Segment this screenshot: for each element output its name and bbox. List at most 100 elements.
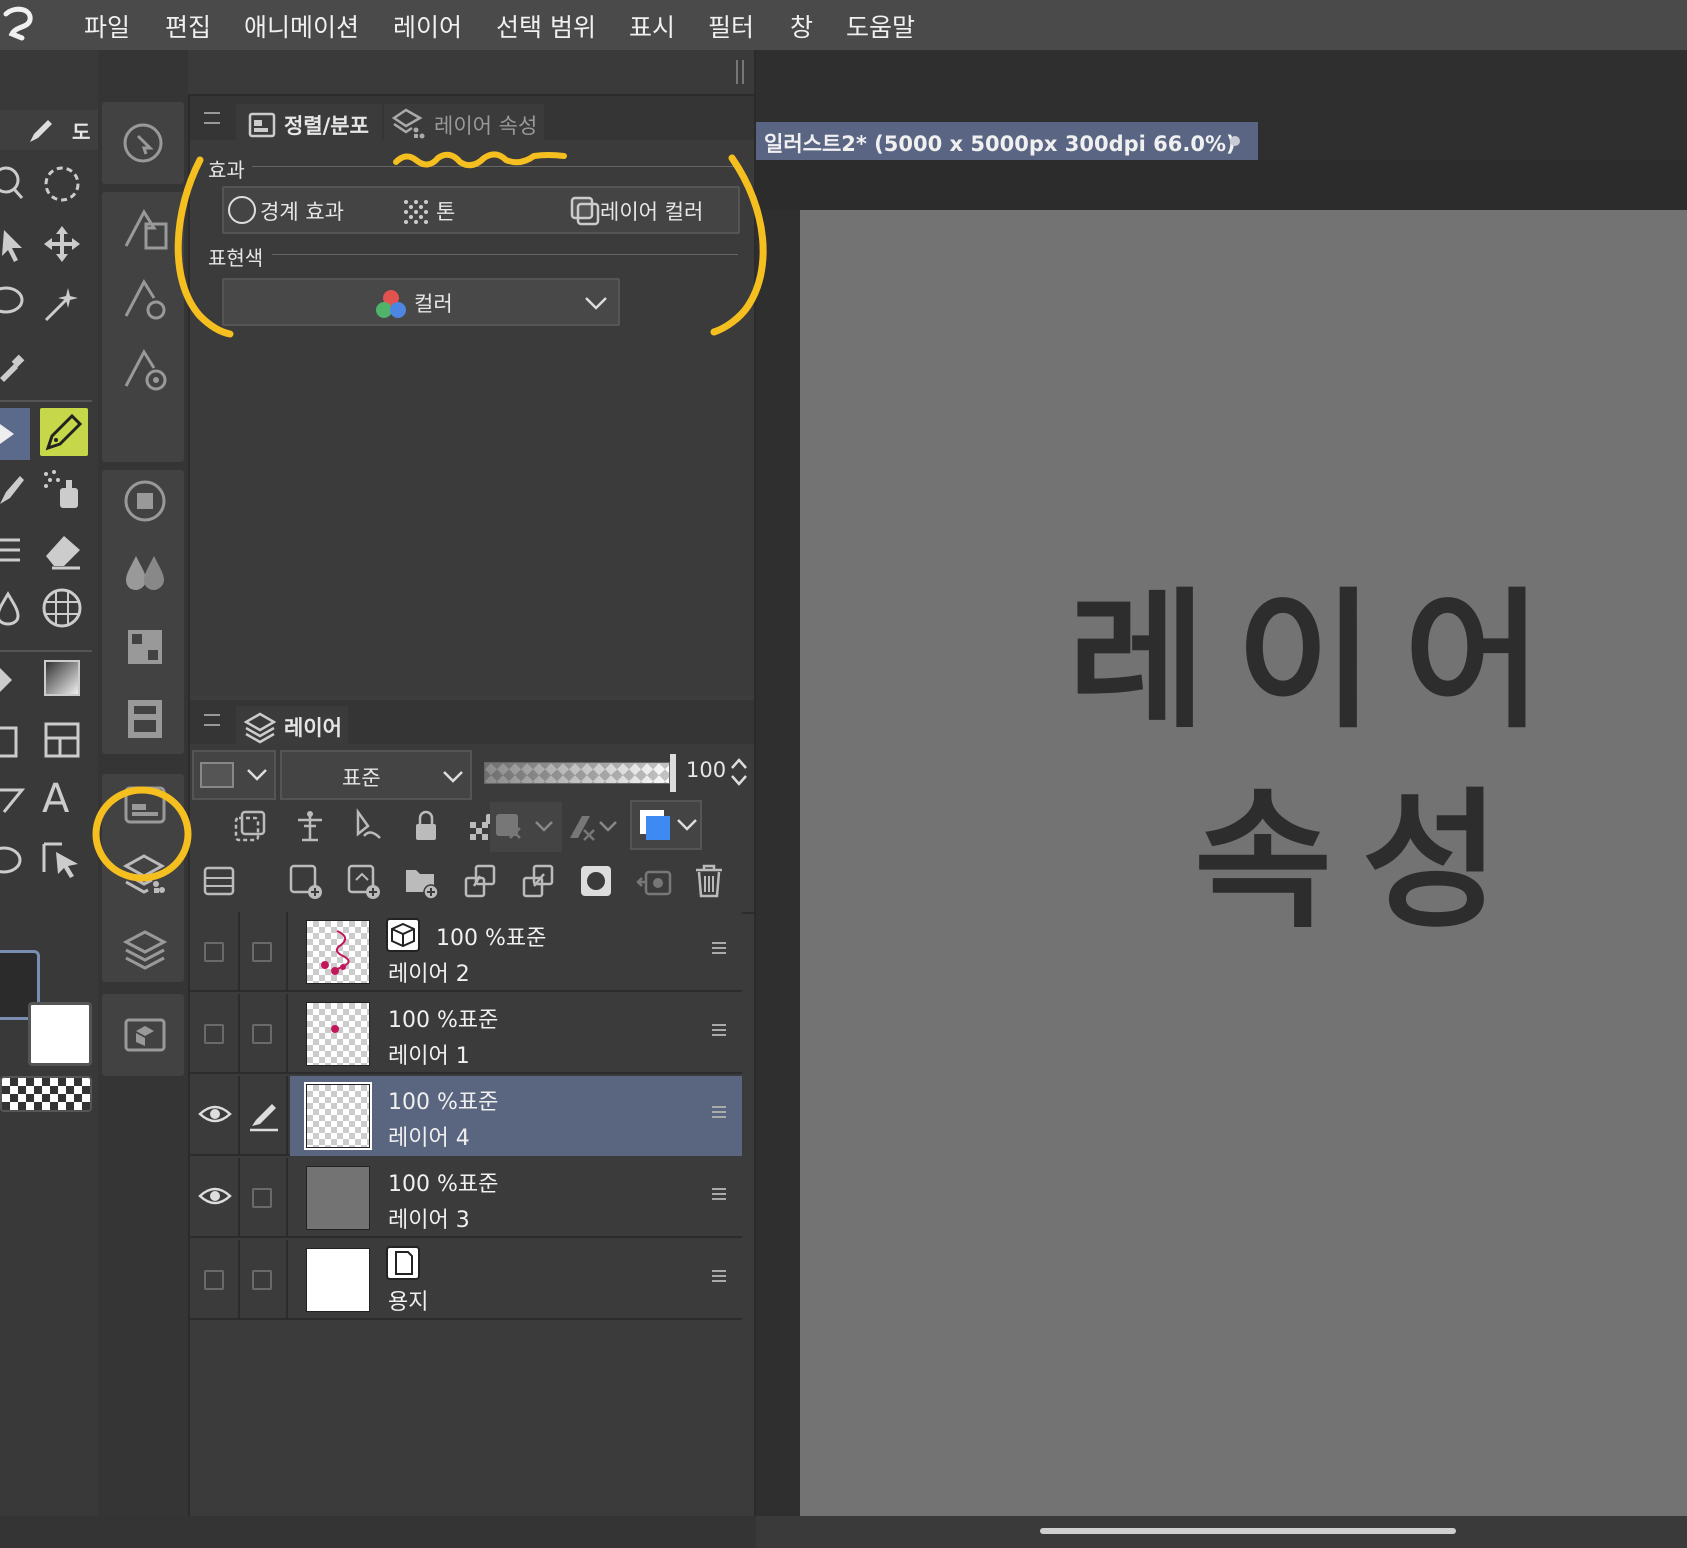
edit-target-toggle[interactable] [240, 1240, 288, 1320]
layer-row[interactable]: 100 %표준 레이어 2 [190, 912, 742, 992]
panel-menu-icon[interactable] [204, 112, 220, 124]
layer-row[interactable]: 100 %표준 레이어 3 [190, 1158, 742, 1238]
layer-color-button[interactable]: 레이어 컬러 [570, 190, 738, 230]
menu-edit[interactable]: 편집 [165, 8, 211, 44]
balloon-icon[interactable] [0, 780, 30, 820]
frame-border-icon[interactable] [0, 722, 30, 762]
tone-button[interactable]: 톤 [400, 190, 520, 230]
operation-icon[interactable] [0, 224, 30, 264]
grip-icon[interactable] [736, 60, 744, 84]
draft-layer-icon[interactable] [350, 808, 386, 844]
color-wheel-icon[interactable] [122, 478, 168, 524]
app-logo-icon[interactable] [0, 6, 40, 44]
sub-color-swatch[interactable] [28, 1002, 92, 1066]
layer-menu-icon[interactable] [712, 1188, 726, 1200]
brush-icon[interactable] [0, 470, 30, 510]
layer-color-dropdown[interactable] [192, 750, 276, 800]
move-icon[interactable] [42, 224, 82, 264]
menu-filter[interactable]: 필터 [708, 8, 754, 44]
edit-target-toggle[interactable] [240, 1158, 288, 1238]
ruler-icon[interactable] [42, 720, 82, 760]
tab-layer[interactable]: 레이어 [236, 706, 348, 746]
material-icon[interactable] [122, 1012, 168, 1058]
layer-dock-icon[interactable] [122, 928, 168, 974]
layer-row[interactable]: 100 %표준 레이어 1 [190, 994, 742, 1074]
edit-target-toggle[interactable] [240, 994, 288, 1074]
document-tab[interactable]: 일러스트2* (5000 x 5000px 300dpi 66.0%) [756, 122, 1258, 160]
menu-file[interactable]: 파일 [84, 8, 130, 44]
horizontal-scrollbar[interactable] [1040, 1528, 1456, 1534]
airbrush-icon[interactable] [42, 468, 86, 512]
sub-tool-icon[interactable] [120, 202, 170, 256]
opacity-stepper-icon[interactable] [730, 756, 748, 788]
edit-target-toggle[interactable] [240, 1076, 288, 1156]
blend-icon[interactable] [0, 530, 30, 570]
visibility-toggle[interactable] [190, 912, 240, 992]
magic-wand-icon[interactable] [42, 284, 82, 324]
ruler-display-icon[interactable] [566, 802, 626, 852]
text-icon[interactable]: A [42, 776, 69, 822]
combine-to-lower-icon[interactable] [520, 862, 556, 900]
zoom-icon[interactable] [0, 162, 30, 202]
layer-row[interactable]: 100 %표준 레이어 4 [190, 1076, 742, 1156]
layer-menu-icon[interactable] [712, 942, 726, 954]
enable-mask-icon[interactable] [490, 802, 562, 852]
correct-line-icon[interactable] [42, 838, 82, 878]
layer-list-view-icon[interactable] [202, 864, 236, 898]
navigator-button[interactable] [102, 102, 184, 184]
opacity-slider[interactable] [484, 762, 670, 784]
reference-layer-icon[interactable] [292, 808, 328, 844]
layer-row-content[interactable]: 100 %표준 레이어 1 [290, 994, 742, 1074]
edit-target-toggle[interactable] [240, 912, 288, 992]
eraser-icon[interactable] [42, 528, 86, 572]
drawing-canvas[interactable]: 레이어 속성 [800, 210, 1687, 1516]
layer-menu-icon[interactable] [712, 1024, 726, 1036]
pen-tool-icon[interactable] [0, 408, 30, 460]
delete-layer-icon[interactable] [692, 862, 726, 900]
menu-animation[interactable]: 애니메이션 [244, 8, 359, 44]
menu-view[interactable]: 표시 [629, 8, 675, 44]
fill-drop-icon[interactable] [0, 588, 30, 628]
fill-bucket-icon[interactable] [0, 660, 30, 700]
color-set-icon[interactable] [122, 624, 168, 670]
layer-mask-icon[interactable] [578, 862, 614, 900]
menu-layer[interactable]: 레이어 [393, 8, 462, 44]
figure-icon[interactable] [40, 586, 84, 630]
layer-property-button[interactable] [122, 852, 168, 898]
transparent-color-swatch[interactable] [0, 1076, 92, 1112]
menu-window[interactable]: 창 [790, 8, 813, 44]
tab-align-distribute[interactable]: 정렬/분포 [236, 104, 382, 142]
visibility-toggle[interactable] [190, 1076, 240, 1156]
new-vector-layer-icon[interactable] [346, 862, 382, 900]
eyedropper-icon[interactable] [0, 344, 30, 384]
visibility-toggle[interactable] [190, 994, 240, 1074]
intermediate-color-icon[interactable] [122, 550, 168, 596]
layer-menu-icon[interactable] [712, 1270, 726, 1282]
clip-lower-layer-icon[interactable] [232, 808, 268, 844]
layer-color-toggle[interactable] [630, 800, 702, 850]
lasso-icon[interactable] [0, 284, 30, 324]
layer-row-content[interactable]: 100 %표준 레이어 2 [290, 912, 742, 992]
border-effect-button[interactable]: 경계 효과 [226, 190, 406, 230]
tab-layer-property[interactable]: 레이어 속성 [384, 104, 544, 142]
apply-mask-icon[interactable] [636, 862, 672, 900]
blend-mode-select[interactable]: 표준 [280, 750, 472, 800]
opacity-value[interactable]: 100 [686, 758, 726, 782]
layer-row-content[interactable]: 용지 [290, 1240, 742, 1320]
gradient-icon[interactable] [44, 660, 80, 696]
layer-row-content[interactable]: 100 %표준 레이어 3 [290, 1158, 742, 1238]
rotate-icon[interactable] [42, 164, 82, 204]
opacity-slider-handle[interactable] [670, 754, 676, 792]
menu-selection[interactable]: 선택 범위 [496, 8, 596, 44]
pencil-tool-icon[interactable] [40, 408, 88, 456]
tool-property-icon[interactable] [120, 272, 170, 326]
speech-bubble-icon[interactable] [0, 840, 30, 880]
visibility-toggle[interactable] [190, 1158, 240, 1238]
new-raster-layer-icon[interactable] [288, 862, 324, 900]
layer-property-dock-icon[interactable] [122, 782, 168, 828]
color-history-icon[interactable] [122, 696, 168, 742]
layer-menu-icon[interactable] [712, 1106, 726, 1118]
lock-icon[interactable] [408, 808, 444, 844]
panel-menu-icon[interactable] [204, 714, 220, 726]
transfer-to-lower-icon[interactable] [462, 862, 498, 900]
